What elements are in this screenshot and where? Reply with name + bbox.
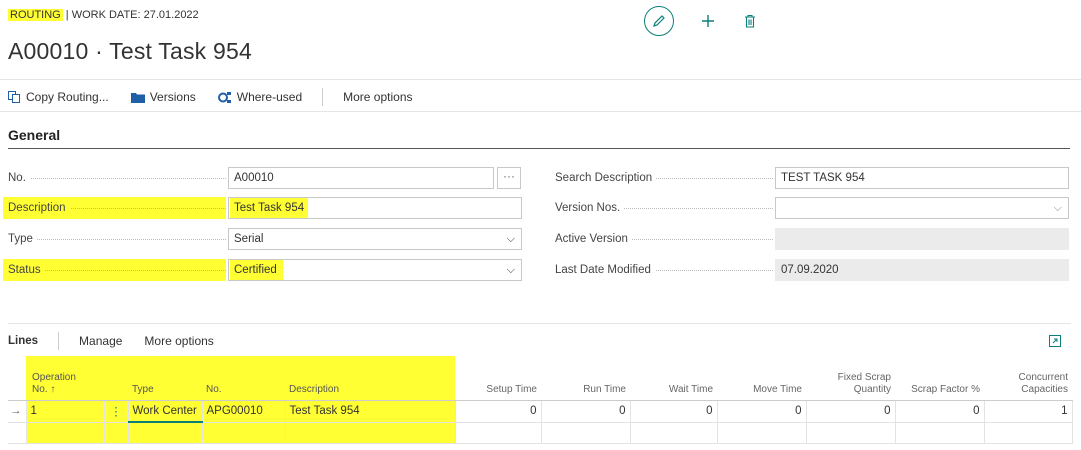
active-version-field — [775, 228, 1069, 250]
cell-move-time[interactable]: 0 — [716, 400, 807, 423]
new-button[interactable] — [688, 14, 728, 28]
versions-label: Versions — [149, 90, 196, 104]
page-title: A00010 · Test Task 954 — [8, 38, 252, 64]
where-used-icon — [217, 91, 231, 103]
no-lookup-button[interactable]: ··· — [497, 167, 521, 189]
col-description[interactable]: Description — [285, 356, 455, 401]
pencil-icon — [653, 15, 665, 27]
copy-routing-action[interactable]: Copy Routing... — [8, 90, 109, 104]
where-used-action[interactable]: Where-used — [217, 90, 303, 104]
table-header-row: Operation No. ↑ Type No. Description Set… — [8, 356, 1072, 401]
description-label: Description — [3, 197, 226, 219]
col-fixed-scrap-quantity[interactable]: Fixed Scrap Quantity — [806, 356, 895, 401]
cell-no[interactable]: APG00010 — [201, 400, 286, 423]
type-label: Type — [8, 228, 226, 250]
where-used-label: Where-used — [236, 90, 303, 104]
breadcrumb-area: ROUTING — [8, 9, 63, 21]
trash-icon — [745, 14, 755, 28]
type-select[interactable]: Serial ⌵ — [228, 228, 522, 250]
chevron-down-icon: ⌵ — [1053, 202, 1062, 214]
status-select[interactable]: Certified ⌵ — [228, 259, 522, 281]
no-label: No. — [8, 167, 226, 189]
copy-icon — [8, 91, 20, 103]
col-run-time[interactable]: Run Time — [541, 356, 630, 401]
manage-action[interactable]: Manage — [79, 334, 122, 348]
version-nos-label: Version Nos. — [555, 197, 773, 219]
row-arrow-icon: → — [8, 400, 27, 423]
copy-routing-label: Copy Routing... — [26, 90, 109, 104]
col-setup-time[interactable]: Setup Time — [455, 356, 541, 401]
table-row[interactable] — [8, 421, 1073, 444]
folder-icon — [130, 92, 145, 103]
lines-more-options-action[interactable]: More options — [144, 334, 213, 348]
col-operation-no[interactable]: Operation No. ↑ — [26, 356, 128, 401]
more-options-label: More options — [343, 90, 413, 104]
cell-operation-no[interactable]: 1 — [25, 400, 105, 423]
cell-concurrent-capacities[interactable]: 1 — [983, 400, 1073, 423]
lines-toolbar: Lines Manage More options — [8, 332, 236, 350]
divider — [8, 323, 1071, 324]
status-label: Status — [3, 259, 226, 281]
active-version-label: Active Version — [555, 228, 773, 250]
cell-fixed-scrap-quantity[interactable]: 0 — [805, 400, 896, 423]
cell-description[interactable]: Test Task 954 — [284, 400, 456, 423]
divider — [0, 111, 1081, 112]
col-scrap-factor[interactable]: Scrap Factor % — [895, 356, 984, 401]
lines-table: Operation No. ↑ Type No. Description Set… — [8, 356, 1073, 444]
cell-run-time[interactable]: 0 — [540, 400, 631, 423]
action-separator — [322, 88, 324, 106]
last-date-modified-field: 07.09.2020 — [775, 259, 1069, 281]
cell-type[interactable]: Work Center — [127, 400, 203, 423]
delete-button[interactable] — [730, 14, 770, 28]
col-move-time[interactable]: Move Time — [717, 356, 806, 401]
section-title-general: General — [8, 127, 61, 143]
search-description-label: Search Description — [555, 167, 773, 189]
cell-setup-time[interactable]: 0 — [454, 400, 542, 423]
row-actions-icon[interactable]: ⋮ — [103, 400, 129, 423]
lines-title: Lines — [8, 335, 39, 347]
lines-separator — [58, 332, 60, 350]
col-concurrent-capacities[interactable]: Concurrent Capacities — [984, 356, 1072, 401]
edit-button[interactable] — [644, 6, 674, 36]
col-type[interactable]: Type — [128, 356, 202, 401]
table-row[interactable]: → 1 ⋮ Work Center APG00010 Test Task 954… — [8, 400, 1073, 423]
description-field[interactable]: Test Task 954 — [228, 197, 522, 219]
col-no[interactable]: No. — [202, 356, 285, 401]
breadcrumb: ROUTING | WORK DATE: 27.01.2022 — [8, 8, 199, 23]
version-nos-select[interactable]: ⌵ — [775, 197, 1069, 219]
versions-action[interactable]: Versions — [130, 90, 196, 104]
section-rule — [8, 148, 1070, 149]
plus-icon — [702, 15, 714, 27]
action-bar: Copy Routing... Versions Where-used More… — [8, 88, 435, 106]
cell-wait-time[interactable]: 0 — [629, 400, 718, 423]
work-date: | WORK DATE: 27.01.2022 — [65, 9, 199, 21]
cell-scrap-factor[interactable]: 0 — [894, 400, 985, 423]
divider — [0, 79, 1081, 80]
chevron-down-icon: ⌵ — [506, 264, 515, 276]
no-field[interactable]: A00010 — [228, 167, 494, 189]
search-description-field[interactable]: TEST TASK 954 — [775, 167, 1069, 189]
expand-icon[interactable] — [1049, 334, 1061, 352]
col-wait-time[interactable]: Wait Time — [630, 356, 717, 401]
last-date-modified-label: Last Date Modified — [555, 259, 773, 281]
chevron-down-icon: ⌵ — [506, 233, 515, 245]
page-actions — [644, 5, 770, 37]
more-options-action[interactable]: More options — [343, 90, 412, 104]
